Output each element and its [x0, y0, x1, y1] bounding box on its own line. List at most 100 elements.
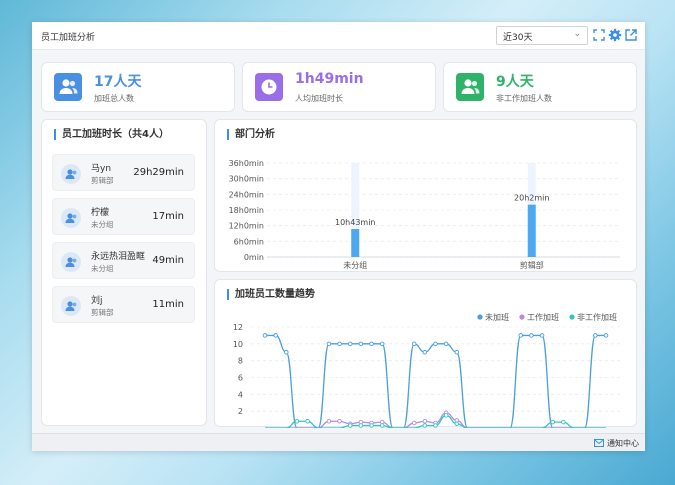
data-point: [358, 341, 364, 347]
gear-icon[interactable]: [608, 28, 622, 42]
users-icon: [456, 73, 484, 101]
y-tick-label: 6h0min: [234, 237, 264, 246]
y-tick-label: 2: [238, 407, 243, 416]
employee-duration: 49min: [152, 255, 184, 266]
employee-panel-title: 员工加班时长（共4人）: [54, 129, 169, 140]
data-point: [433, 341, 438, 347]
data-point: [529, 333, 534, 338]
bar-value-label: 10h43min: [335, 218, 376, 227]
employee-duration: 29h29min: [133, 167, 184, 178]
data-point: [539, 333, 545, 338]
data-point: [347, 341, 353, 347]
stat-value-nonwork: 9人天: [496, 74, 534, 90]
legend-label: 工作加班: [527, 312, 559, 322]
data-point: [422, 349, 428, 355]
data-point: [369, 341, 374, 347]
data-point: [603, 333, 609, 338]
legend-label: 非工作加班: [577, 312, 617, 322]
employee-dept: 未分组: [91, 264, 114, 273]
data-point: [326, 341, 332, 347]
notification-center-label: 通知中心: [607, 439, 639, 448]
data-point: [262, 333, 268, 338]
data-point: [326, 419, 332, 424]
legend-label: 未加班: [485, 312, 509, 322]
stat-card-average: 1h49min 人均加班时长: [242, 62, 436, 112]
data-point: [347, 423, 353, 428]
mail-icon: [594, 439, 604, 447]
page-title: 员工加班分析: [41, 33, 96, 43]
stat-value-average: 1h49min: [295, 71, 364, 87]
data-point: [379, 423, 385, 428]
data-point: [284, 349, 289, 355]
export-icon[interactable]: [624, 28, 638, 42]
stat-card-nonwork: 9人天 非工作加班人数: [443, 62, 637, 112]
employee-item[interactable]: 永远热泪盈眶 未分组 49min: [52, 242, 195, 279]
bar-value-label: 20h2min: [514, 194, 549, 203]
legend-marker: [477, 314, 483, 320]
data-point: [337, 341, 342, 347]
y-tick-label: 6: [238, 374, 243, 383]
employee-name: 柠檬: [91, 208, 110, 218]
department-panel: 部门分析 0min 6h0min 12h0min 18h0min 24h0min 30h0…: [214, 119, 637, 272]
data-point: [433, 423, 438, 428]
avatar-icon: [61, 252, 81, 272]
stat-card-total: 17人天 加班总人数: [41, 62, 235, 112]
employee-item[interactable]: 刘j 剪辑部 11min: [52, 286, 195, 323]
app-window: 员工加班分析 近30天 ⌄ 17人天 加班总人数 1h49min 人均加班时长 …: [32, 22, 645, 451]
data-point: [379, 341, 385, 347]
y-tick-label: 18h0min: [229, 206, 264, 215]
employee-panel: 员工加班时长（共4人） 马yn 剪辑部 29h29min 柠檬 未分组 17mi…: [41, 119, 207, 426]
data-point: [443, 413, 449, 418]
data-point: [422, 423, 428, 428]
y-tick-label: 0min: [244, 253, 264, 262]
fullscreen-icon[interactable]: [592, 28, 606, 42]
employee-duration: 11min: [152, 299, 184, 310]
y-tick-label: 30h0min: [229, 175, 264, 184]
trend-panel: 加班员工数量趋势 2 4 6 8 10 12 非工作加班 工作加班 未加班: [214, 279, 637, 428]
legend-marker: [519, 314, 525, 320]
employee-dept: 剪辑部: [91, 176, 114, 185]
data-point: [454, 421, 460, 427]
clock-icon: [255, 73, 283, 101]
avatar-icon: [61, 296, 81, 316]
date-range-select[interactable]: 近30天 ⌄: [496, 26, 588, 45]
employee-item[interactable]: 柠檬 未分组 17min: [52, 198, 195, 235]
data-point: [443, 341, 449, 347]
department-bar-chart: 0min 6h0min 12h0min 18h0min 24h0min 30h0min 36…: [229, 159, 620, 270]
legend-marker: [569, 314, 575, 320]
notification-center-button[interactable]: 通知中心: [594, 438, 639, 449]
employee-duration: 17min: [152, 211, 184, 222]
chevron-down-icon: ⌄: [573, 29, 581, 39]
data-point: [273, 333, 278, 338]
y-tick-label: 36h0min: [229, 159, 264, 168]
data-point: [518, 333, 524, 338]
employee-name: 马yn: [91, 164, 112, 174]
avatar-icon: [61, 208, 81, 228]
users-icon: [54, 73, 82, 101]
trend-line-chart: 2 4 6 8 10 12 非工作加班 工作加班 未加班: [233, 312, 620, 428]
bar: [527, 204, 536, 257]
data-point: [593, 333, 598, 338]
bar: [351, 229, 360, 257]
data-point: [358, 423, 364, 428]
employee-dept: 未分组: [91, 220, 114, 229]
stat-label-total: 加班总人数: [94, 94, 134, 103]
data-point: [454, 349, 460, 355]
data-point: [411, 420, 417, 426]
data-point: [305, 419, 310, 424]
data-point: [561, 419, 566, 425]
y-tick-label: 4: [238, 390, 243, 399]
data-point: [550, 419, 555, 425]
stat-label-nonwork: 非工作加班人数: [496, 94, 552, 103]
y-tick-label: 12h0min: [229, 222, 264, 231]
x-tick-label: 剪辑部: [520, 260, 544, 270]
employee-dept: 剪辑部: [91, 308, 114, 317]
footer-bar: 通知中心: [32, 433, 645, 451]
data-point: [422, 419, 428, 424]
stat-label-average: 人均加班时长: [295, 94, 343, 103]
data-point: [411, 341, 417, 347]
employee-name: 永远热泪盈眶: [91, 252, 146, 262]
employee-item[interactable]: 马yn 剪辑部 29h29min: [52, 154, 195, 191]
stat-value-total: 17人天: [94, 74, 142, 90]
y-tick-label: 12: [233, 323, 243, 332]
